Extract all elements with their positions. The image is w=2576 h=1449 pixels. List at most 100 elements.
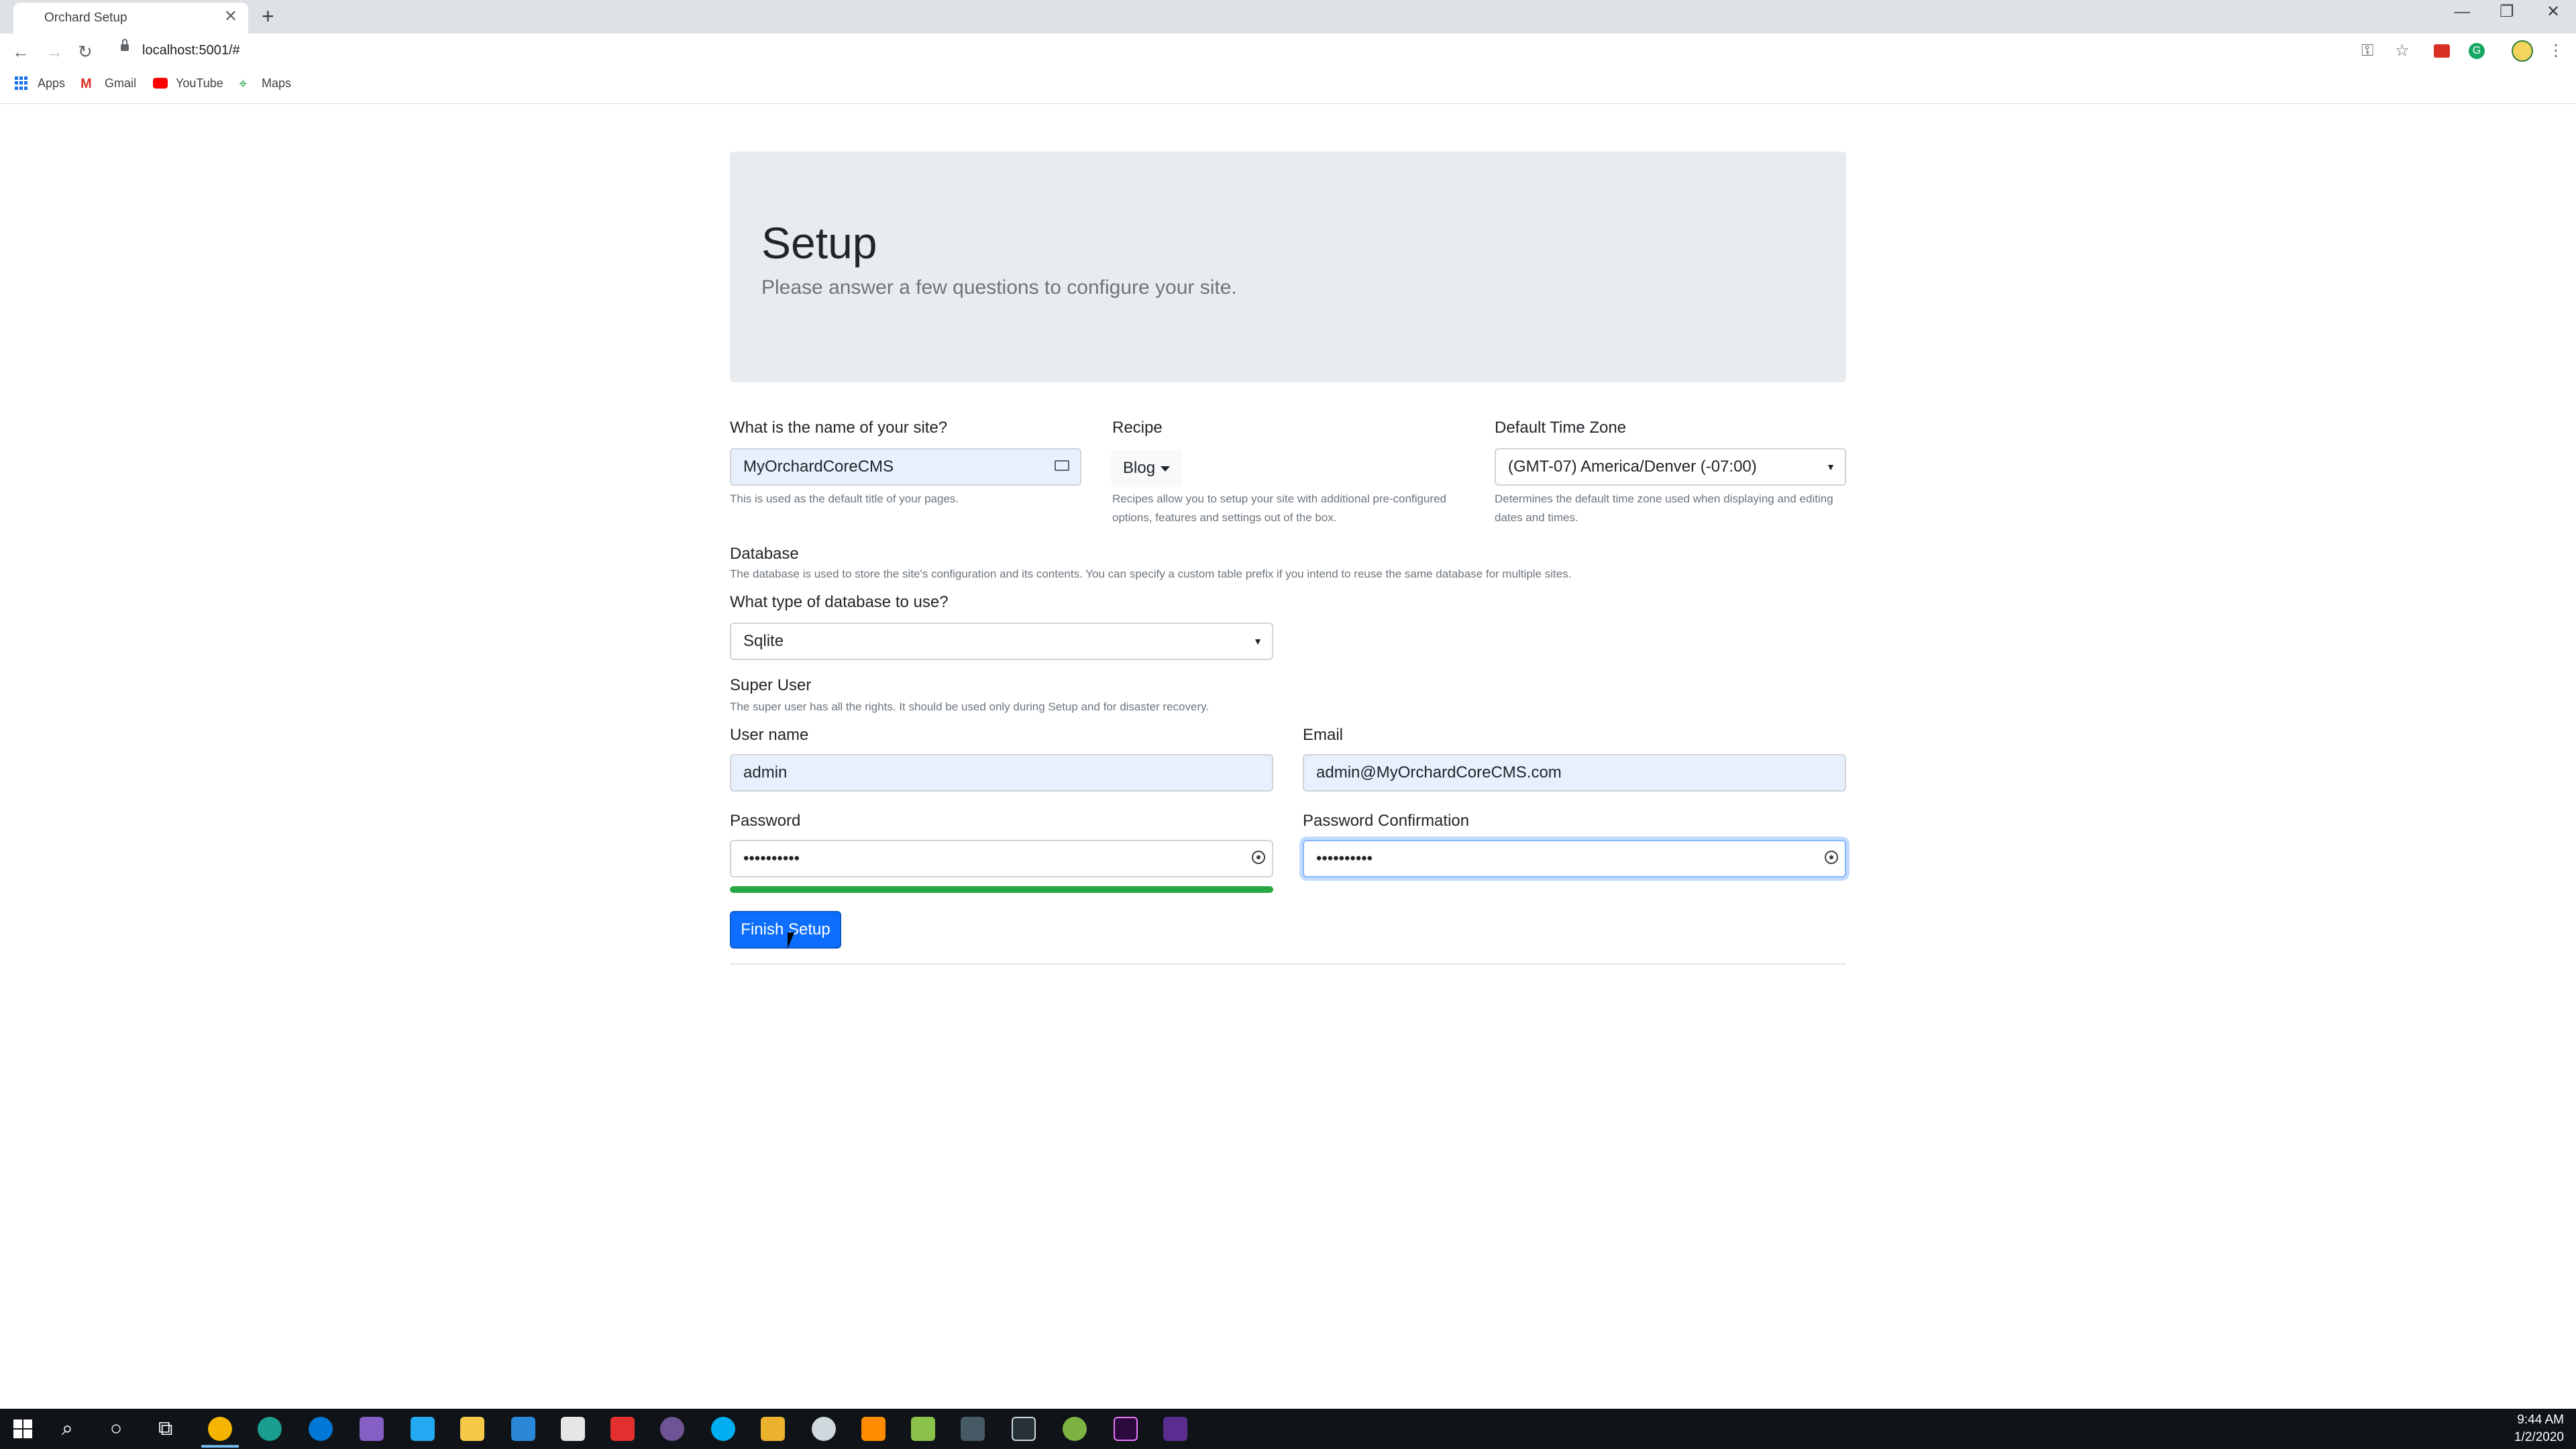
new-tab-button[interactable]: + [262,5,274,27]
browser-tab[interactable]: Orchard Setup ✕ [13,3,248,34]
back-icon[interactable]: ← [12,42,30,62]
file-explorer-icon[interactable] [460,1417,484,1441]
select-arrow-icon: ▼ [1826,462,1835,472]
super-user-help: The super user has all the rights. It sh… [730,700,1210,713]
edge-beta-icon[interactable] [258,1417,282,1441]
page-subtitle: Please answer a few questions to configu… [761,276,1237,299]
app-window-icon[interactable] [1012,1417,1036,1441]
system-clock[interactable]: 9:44 AM 1/2/2020 [2514,1411,2564,1446]
select-arrow-icon: ▼ [1253,636,1263,647]
lock-icon[interactable] [121,39,129,51]
recipe-value: Blog [1123,459,1156,477]
recipe-dropdown[interactable]: Blog [1111,449,1183,487]
app-terminal-icon[interactable] [961,1417,985,1441]
password-strength-bar [730,886,1273,893]
tab-strip: Orchard Setup ✕ + — ❐ ✕ [0,0,2576,34]
password-strength-fill [730,886,1273,893]
minimize-icon[interactable]: — [2454,4,2470,20]
clock-time: 9:44 AM [2517,1413,2564,1427]
chrome-icon[interactable] [208,1417,232,1441]
extension-red-icon[interactable] [2434,44,2450,58]
app-clock-icon[interactable] [812,1417,836,1441]
username-input[interactable]: admin [730,754,1273,792]
close-window-icon[interactable]: ✕ [2546,4,2560,20]
site-name-value: MyOrchardCoreCMS [743,458,894,476]
edge-icon[interactable] [309,1417,333,1441]
reveal-password-icon[interactable] [1252,851,1265,864]
taskbar [0,1409,2576,1449]
chrome-active-indicator [201,1445,239,1448]
windows-start-icon[interactable] [13,1419,32,1438]
username-label: User name [730,726,809,744]
restore-icon[interactable]: ❐ [2500,4,2514,20]
search-icon[interactable]: ⌕ [62,1415,73,1442]
database-section-title: Database [730,545,799,563]
password-value: •••••••••• [743,849,800,867]
vscode-icon[interactable] [411,1417,435,1441]
app-purple-icon[interactable] [1163,1417,1187,1441]
gmail-icon[interactable]: M [80,76,92,92]
password-confirm-value: •••••••••• [1316,849,1373,867]
timezone-label: Default Time Zone [1495,419,1627,437]
grammarly-icon[interactable]: G [2469,43,2485,59]
finish-setup-button[interactable]: Finish Setup [730,911,841,949]
bookmark-gmail[interactable]: Gmail [105,76,136,91]
password-label: Password [730,812,801,830]
mail-icon[interactable] [561,1417,585,1441]
bookmark-apps[interactable]: Apps [38,76,65,91]
github-icon[interactable] [660,1417,684,1441]
star-icon[interactable]: ☆ [2395,42,2410,60]
app-green-icon[interactable] [1063,1417,1087,1441]
password-confirm-label: Password Confirmation [1303,812,1470,830]
key-icon[interactable]: ⚿ [2361,42,2373,60]
store-icon[interactable] [511,1417,535,1441]
password-confirm-input[interactable]: •••••••••• [1303,840,1846,877]
app-red-icon[interactable] [610,1417,635,1441]
app-orange-icon[interactable] [861,1417,885,1441]
bookmark-maps[interactable]: Maps [262,76,291,91]
timezone-help: Determines the default time zone used wh… [1495,492,1833,524]
menu-icon[interactable]: ⋮ [2548,42,2564,60]
close-tab-icon[interactable]: ✕ [224,9,237,25]
apps-grid-icon[interactable] [15,76,28,90]
app-game-icon[interactable] [911,1417,935,1441]
site-name-help: This is used as the default title of you… [730,492,959,505]
profile-avatar[interactable] [2512,40,2533,62]
setup-header: Setup Please answer a few questions to c… [730,152,1846,382]
timezone-select[interactable]: (GMT-07) America/Denver (-07:00) ▼ [1495,448,1846,486]
premiere-icon[interactable] [1114,1417,1138,1441]
task-view-icon[interactable]: ⧉ [158,1415,172,1442]
timezone-value: (GMT-07) America/Denver (-07:00) [1508,458,1757,476]
autofill-card-icon[interactable] [1055,460,1069,471]
form-divider [730,963,1846,965]
password-input[interactable]: •••••••••• [730,840,1273,877]
site-name-input[interactable]: MyOrchardCoreCMS [730,448,1081,486]
email-label: Email [1303,726,1344,744]
youtube-icon[interactable] [153,78,168,89]
reveal-password-confirm-icon[interactable] [1825,851,1838,864]
visual-studio-icon[interactable] [360,1417,384,1441]
address-bar[interactable] [115,39,2329,64]
database-type-value: Sqlite [743,632,784,650]
forward-icon[interactable]: → [46,42,63,62]
database-help: The database is used to store the site's… [730,568,1572,580]
bookmark-youtube[interactable]: YouTube [176,76,223,91]
skype-icon[interactable] [711,1417,735,1441]
caret-down-icon [1161,466,1171,472]
slack-icon[interactable] [761,1417,785,1441]
email-value: admin@MyOrchardCoreCMS.com [1316,763,1562,782]
site-name-label: What is the name of your site? [730,419,948,437]
tab-title: Orchard Setup [44,11,127,25]
cortana-icon[interactable]: ○ [110,1415,122,1442]
url-text[interactable]: localhost:5001/# [142,43,240,58]
maps-icon[interactable]: ⌖ [239,75,247,93]
email-input[interactable]: admin@MyOrchardCoreCMS.com [1303,754,1846,792]
super-user-section-title: Super User [730,676,812,694]
recipe-label: Recipe [1112,419,1163,437]
recipe-help: Recipes allow you to setup your site wit… [1112,492,1446,524]
username-value: admin [743,763,788,782]
mouse-pointer-icon [788,932,801,949]
database-type-select[interactable]: Sqlite ▼ [730,623,1273,660]
reload-icon[interactable]: ↻ [78,42,93,62]
clock-date: 1/2/2020 [2514,1430,2564,1444]
